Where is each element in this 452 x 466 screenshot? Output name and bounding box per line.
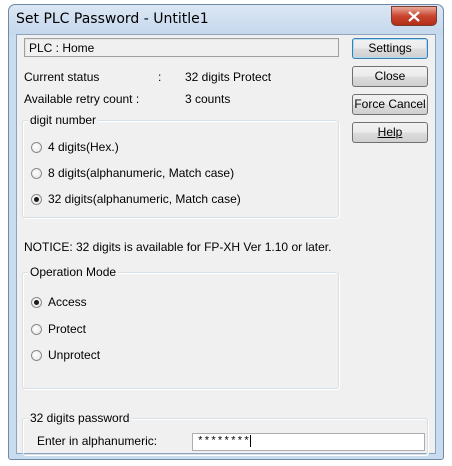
help-button[interactable]: Help xyxy=(352,122,428,143)
text-caret xyxy=(249,435,251,447)
password-value: ******** xyxy=(197,435,250,448)
operation-mode-title: Operation Mode xyxy=(28,265,119,279)
protect-radio[interactable] xyxy=(31,324,42,335)
close-icon xyxy=(408,11,420,22)
digit-32-radio[interactable] xyxy=(31,194,42,205)
retry-count-value: 3 counts xyxy=(185,92,231,106)
settings-button[interactable]: Settings xyxy=(352,38,428,59)
password-input[interactable]: ******** xyxy=(192,433,425,451)
dialog-body: PLC : Home Current status : 32 digits Pr… xyxy=(16,34,436,455)
password-field-label: Enter in alphanumeric: xyxy=(37,434,158,448)
plc-name-box: PLC : Home xyxy=(24,38,339,57)
dialog-window: Set PLC Password - Untitle1 PLC : Home C… xyxy=(8,4,444,460)
close-button[interactable]: Close xyxy=(352,66,428,87)
digit-8-radio[interactable] xyxy=(31,168,42,179)
digit-8-label[interactable]: 8 digits(alphanumeric, Match case) xyxy=(48,166,234,180)
protect-label[interactable]: Protect xyxy=(48,322,86,336)
unprotect-radio[interactable] xyxy=(31,350,42,361)
retry-count-label: Available retry count : xyxy=(24,92,140,106)
password-group-title: 32 digits password xyxy=(28,411,132,425)
notice-text: NOTICE: 32 digits is available for FP-XH… xyxy=(24,240,332,254)
digit-32-label[interactable]: 32 digits(alphanumeric, Match case) xyxy=(48,192,241,206)
plc-label: PLC : Home xyxy=(29,41,95,55)
digit-number-title: digit number xyxy=(28,113,99,127)
current-status-separator: : xyxy=(158,70,162,84)
window-close-button[interactable] xyxy=(391,6,437,26)
access-radio[interactable] xyxy=(31,297,42,308)
title-bar[interactable]: Set PLC Password - Untitle1 xyxy=(9,5,443,35)
current-status-value: 32 digits Protect xyxy=(185,70,272,84)
force-cancel-button[interactable]: Force Cancel xyxy=(352,94,428,115)
digit-4-radio[interactable] xyxy=(31,142,42,153)
access-label[interactable]: Access xyxy=(48,295,87,309)
window-title: Set PLC Password - Untitle1 xyxy=(16,11,209,27)
digit-4-label[interactable]: 4 digits(Hex.) xyxy=(48,140,119,154)
current-status-label: Current status xyxy=(24,70,100,84)
unprotect-label[interactable]: Unprotect xyxy=(48,348,100,362)
